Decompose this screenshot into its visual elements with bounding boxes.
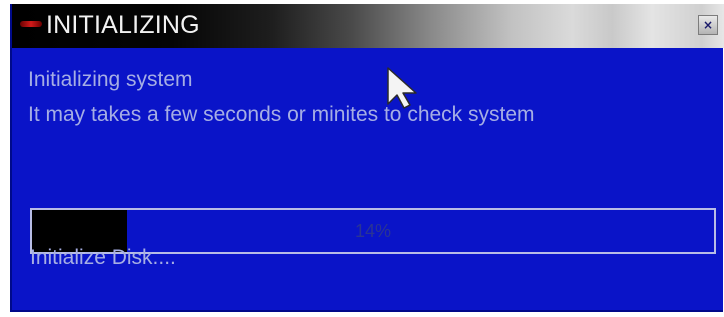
status-text: Initialize Disk.... — [30, 246, 176, 269]
mouse-pointer-icon — [387, 67, 417, 109]
initializing-dialog: INITIALIZING × Initializing system It ma… — [10, 4, 724, 312]
window-title: INITIALIZING — [46, 11, 200, 39]
message-line-2: It may takes a few seconds or minites to… — [28, 103, 535, 126]
message-line-1: Initializing system — [28, 68, 193, 91]
red-bar-icon — [20, 21, 42, 27]
close-button[interactable]: × — [698, 15, 718, 35]
title-bar[interactable]: INITIALIZING × — [12, 4, 724, 48]
